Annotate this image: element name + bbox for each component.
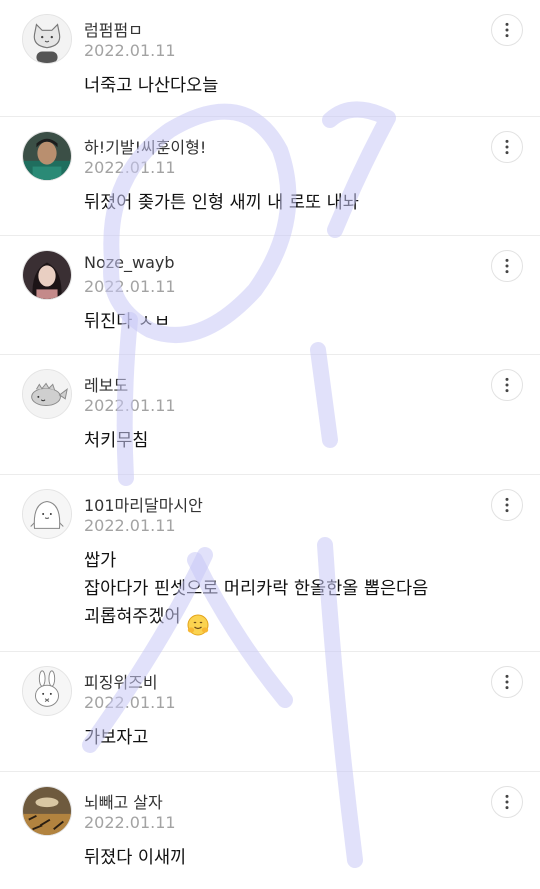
- comment-item: Noze_wayb 2022.01.11 뒤진다 ㅅㅂ: [0, 236, 540, 355]
- tiger-photo-avatar-icon[interactable]: [22, 786, 72, 836]
- comment-nickname[interactable]: 하!기발!씨훈이형!: [84, 134, 206, 158]
- comment-text: 가보자고: [84, 728, 149, 748]
- comment-date: 2022.01.11: [84, 813, 176, 832]
- comment-text: 쌉가 잡아다가 핀셋으로 머리카락 한올한올 뽑은다음 괴롭혀주겠어: [84, 551, 429, 627]
- comment-nickname[interactable]: 레보도: [84, 372, 128, 396]
- white-rabbit-avatar-icon[interactable]: [22, 666, 72, 716]
- white-blob-avatar-icon[interactable]: [22, 489, 72, 539]
- comment-item: 피징위즈비 2022.01.11 가보자고: [0, 652, 540, 772]
- more-vertical-icon[interactable]: [491, 489, 523, 521]
- comment-date: 2022.01.11: [84, 396, 176, 415]
- comment-text: 뒤졌어 좆가튼 인형 새끼 내 로또 내놔: [84, 193, 359, 213]
- comment-item: 101마리달마시안 2022.01.11 쌉가 잡아다가 핀셋으로 머리카락 한…: [0, 475, 540, 652]
- comment-item: 하!기발!씨훈이형! 2022.01.11 뒤졌어 좆가튼 인형 새끼 내 로또…: [0, 117, 540, 236]
- comment-text: 너죽고 나산다오늘: [84, 76, 219, 96]
- comment-item: 뇌빼고 살자 2022.01.11 뒤졌다 이새끼: [0, 772, 540, 889]
- comment-text: 뒤진다 ㅅㅂ: [84, 312, 171, 332]
- white-cat-avatar-icon[interactable]: [22, 14, 72, 64]
- gray-whale-avatar-icon[interactable]: [22, 369, 72, 419]
- more-vertical-icon[interactable]: [491, 250, 523, 282]
- more-vertical-icon[interactable]: [491, 786, 523, 818]
- person-photo-avatar-icon[interactable]: [22, 131, 72, 181]
- comment-nickname[interactable]: 피징위즈비: [84, 669, 158, 693]
- more-vertical-icon[interactable]: [491, 666, 523, 698]
- hugging-face-emoji: [187, 614, 209, 636]
- comment-text: 뒤졌다 이새끼: [84, 848, 187, 868]
- comment-nickname[interactable]: 럼펌펌ㅁ: [84, 17, 143, 41]
- comment-nickname[interactable]: 101마리달마시안: [84, 492, 203, 516]
- comment-text: 처키무침: [84, 431, 149, 451]
- comment-nickname[interactable]: 뇌빼고 살자: [84, 789, 163, 813]
- more-vertical-icon[interactable]: [491, 14, 523, 46]
- more-vertical-icon[interactable]: [491, 131, 523, 163]
- comment-date: 2022.01.11: [84, 158, 176, 177]
- comment-item: 럼펌펌ㅁ 2022.01.11 너죽고 나산다오늘: [0, 0, 540, 117]
- comment-nickname[interactable]: Noze_wayb: [84, 253, 175, 272]
- comment-date: 2022.01.11: [84, 41, 176, 60]
- comment-date: 2022.01.11: [84, 277, 176, 296]
- comment-item: 레보도 2022.01.11 처키무침: [0, 355, 540, 475]
- comment-date: 2022.01.11: [84, 693, 176, 712]
- girl-photo-avatar-icon[interactable]: [22, 250, 72, 300]
- more-vertical-icon[interactable]: [491, 369, 523, 401]
- comment-date: 2022.01.11: [84, 516, 176, 535]
